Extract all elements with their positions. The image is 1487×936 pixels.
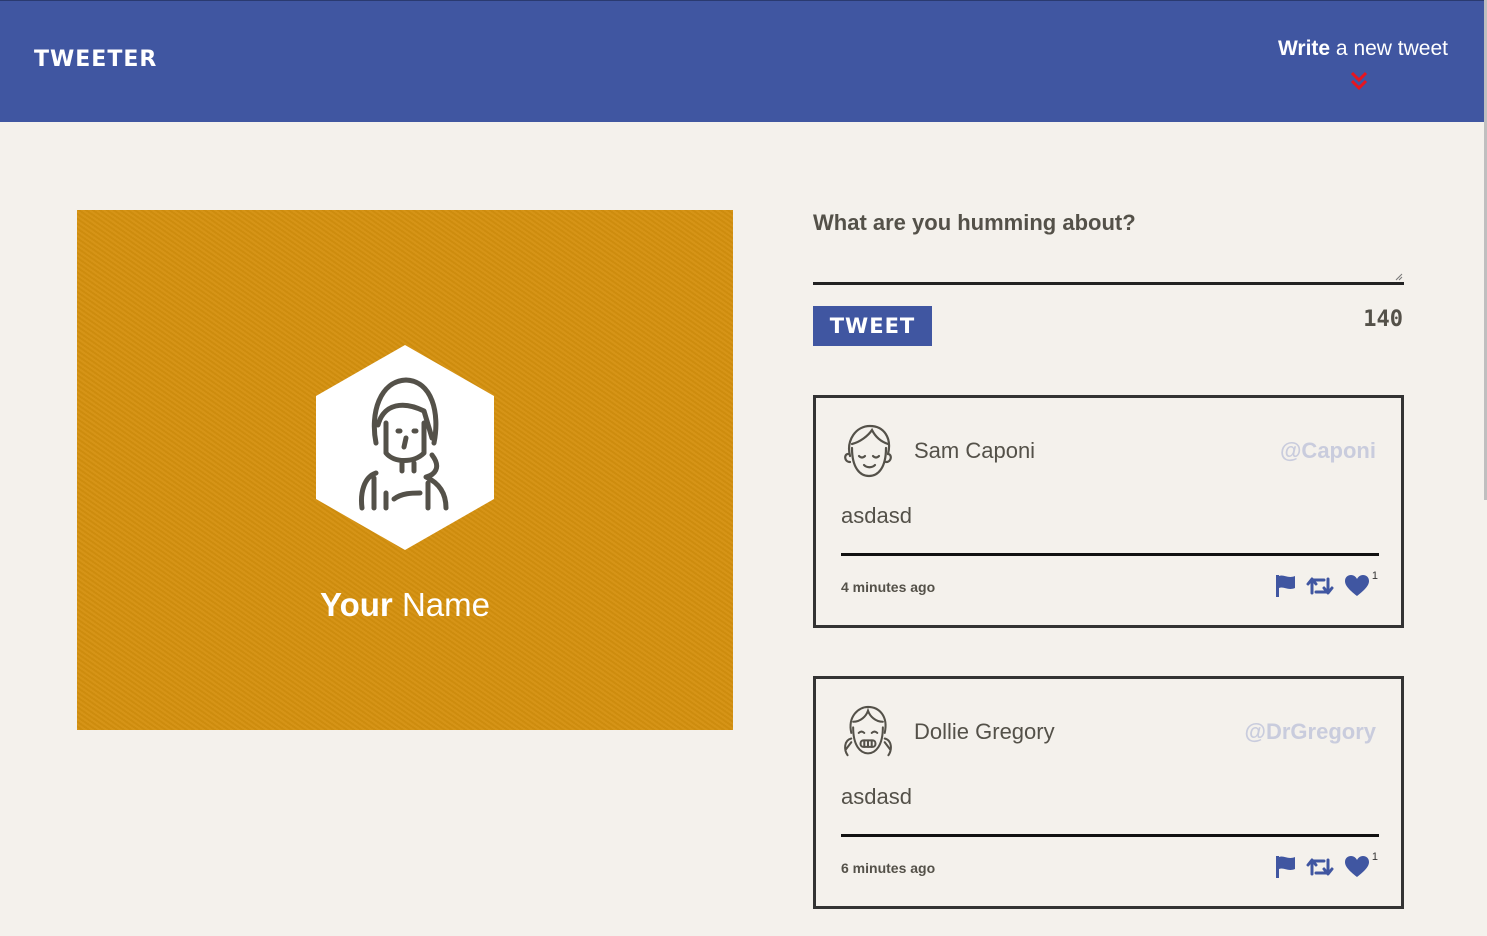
double-chevron-down-icon[interactable] bbox=[1349, 70, 1369, 92]
tweet-content: asdasd bbox=[841, 784, 912, 809]
like-count: 1 bbox=[1371, 570, 1378, 582]
flag-icon[interactable] bbox=[1274, 574, 1296, 598]
tweet-author-name: Sam Caponi bbox=[914, 438, 1036, 463]
profile-last-name: Name bbox=[401, 586, 490, 623]
tweet-divider bbox=[841, 834, 1379, 837]
retweet-icon[interactable] bbox=[1306, 575, 1334, 597]
write-label-bold: Write bbox=[1277, 37, 1331, 60]
tweet-content: asdasd bbox=[841, 503, 912, 528]
flag-icon[interactable] bbox=[1274, 855, 1296, 879]
retweet-icon[interactable] bbox=[1306, 856, 1334, 878]
tweet-textarea[interactable] bbox=[813, 245, 1404, 285]
tweet-divider bbox=[841, 553, 1379, 556]
like-count: 1 bbox=[1371, 851, 1378, 863]
tweet-author-handle[interactable]: @DrGregory bbox=[1245, 719, 1376, 745]
tweet-card: Dollie Gregory @DrGregory asdasd 6 minut… bbox=[813, 676, 1404, 909]
compose-label: What are you humming about? bbox=[813, 210, 1136, 235]
girl-avatar-icon bbox=[844, 705, 892, 757]
profile-card: Your Name bbox=[77, 210, 733, 730]
profile-first-name: Your bbox=[320, 586, 393, 623]
resize-handle-icon[interactable] bbox=[1395, 273, 1403, 281]
heart-icon[interactable] bbox=[1344, 856, 1370, 878]
tweet-timestamp: 4 minutes ago bbox=[841, 579, 936, 595]
heart-icon[interactable] bbox=[1344, 575, 1370, 597]
tweet-card: Sam Caponi @Caponi asdasd 4 minutes ago … bbox=[813, 395, 1404, 628]
tweet-timestamp: 6 minutes ago bbox=[841, 860, 936, 876]
tweet-author-handle[interactable]: @Caponi bbox=[1280, 438, 1376, 464]
tweet-button[interactable]: TWEET bbox=[813, 306, 932, 346]
tweet-author-name: Dollie Gregory bbox=[914, 719, 1055, 744]
write-label-rest: a new tweet bbox=[1330, 37, 1448, 60]
tweet-actions: 1 bbox=[1274, 570, 1378, 600]
nav-bar: TWEETER Write a new tweet bbox=[0, 0, 1487, 122]
char-counter: 140 bbox=[1363, 307, 1403, 332]
profile-avatar-icon bbox=[316, 345, 494, 550]
profile-name: Your Name bbox=[77, 586, 733, 624]
tweet-actions: 1 bbox=[1274, 851, 1378, 881]
boy-avatar-icon bbox=[844, 424, 892, 478]
write-tweet-toggle[interactable]: Write a new tweet bbox=[1278, 37, 1448, 61]
brand-logo[interactable]: TWEETER bbox=[34, 47, 157, 72]
